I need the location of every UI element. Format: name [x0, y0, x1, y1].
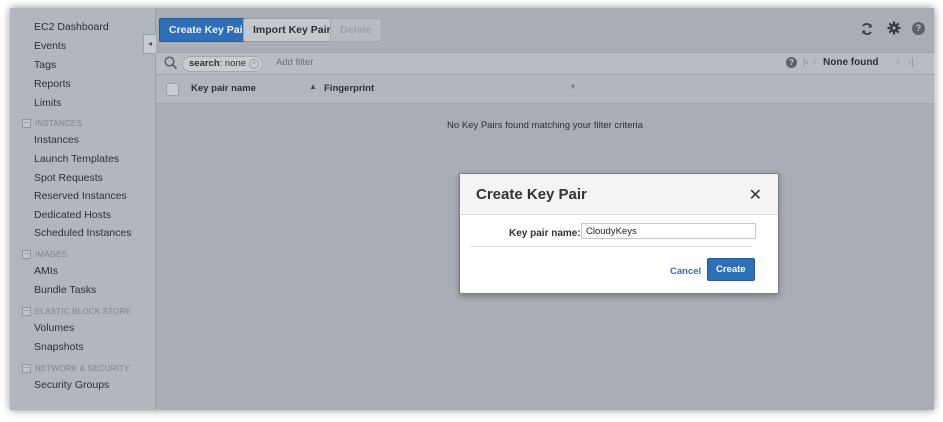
table-header: Key pair name ▲ Fingerprint ▾ [156, 75, 934, 104]
sidebar-item-dedicated-hosts[interactable]: Dedicated Hosts [34, 209, 111, 221]
column-fingerprint[interactable]: Fingerprint [324, 83, 374, 94]
sidebar: EC2 Dashboard Events Tags Reports Limits… [10, 8, 156, 410]
sidebar-item-volumes[interactable]: Volumes [34, 322, 74, 334]
collapse-icon: – [22, 119, 31, 128]
sidebar-section-instances[interactable]: – INSTANCES [22, 119, 82, 128]
chip-value: : none [219, 58, 247, 69]
first-page-icon[interactable]: |‹ [803, 57, 809, 68]
sidebar-item-limits[interactable]: Limits [34, 97, 61, 109]
sidebar-item-reports[interactable]: Reports [34, 78, 71, 90]
collapse-icon: – [22, 307, 31, 316]
sidebar-section-images[interactable]: – IMAGES [22, 250, 67, 259]
dialog-header: Create Key Pair ✕ [460, 174, 778, 215]
create-key-pair-button[interactable]: Create Key Pair [159, 18, 257, 42]
sort-icon[interactable]: ▾ [571, 82, 575, 91]
close-icon[interactable]: ✕ [749, 185, 762, 205]
key-pair-name-input[interactable] [581, 223, 756, 239]
section-label: INSTANCES [35, 119, 82, 128]
section-label: NETWORK & SECURITY [35, 364, 130, 373]
refresh-icon[interactable] [860, 22, 874, 36]
remove-filter-icon[interactable]: × [249, 59, 260, 69]
sidebar-item-spot-requests[interactable]: Spot Requests [34, 172, 103, 184]
collapse-icon: – [22, 250, 31, 259]
cancel-button[interactable]: Cancel [670, 266, 701, 277]
sidebar-item-bundle-tasks[interactable]: Bundle Tasks [34, 284, 96, 296]
collapse-icon: – [22, 364, 31, 373]
sidebar-item-instances[interactable]: Instances [34, 134, 79, 146]
chip-key: search [189, 58, 220, 69]
next-page-icon[interactable]: › [896, 57, 899, 68]
search-icon [164, 56, 178, 70]
sidebar-item-events[interactable]: Events [34, 40, 66, 52]
dialog-divider [470, 246, 752, 247]
sidebar-item-amis[interactable]: AMIs [34, 265, 58, 277]
sidebar-item-security-groups[interactable]: Security Groups [34, 379, 109, 391]
help-icon[interactable]: ? [912, 22, 925, 35]
sidebar-item-ec2-dashboard[interactable]: EC2 Dashboard [34, 21, 109, 33]
section-label: ELASTIC BLOCK STORE [35, 307, 132, 316]
sidebar-item-tags[interactable]: Tags [34, 59, 56, 71]
sidebar-item-scheduled-instances[interactable]: Scheduled Instances [34, 227, 131, 239]
dialog-title: Create Key Pair [476, 186, 587, 203]
main-content: Create Key Pair Import Key Pair Delete ? [156, 8, 934, 410]
delete-button[interactable]: Delete [330, 18, 382, 42]
sidebar-collapse-toggle[interactable]: ◂ [143, 34, 156, 54]
ec2-console-window: EC2 Dashboard Events Tags Reports Limits… [10, 8, 934, 410]
create-key-pair-dialog: Create Key Pair ✕ Key pair name: Cancel … [459, 173, 779, 294]
sidebar-item-launch-templates[interactable]: Launch Templates [34, 153, 119, 165]
add-filter-input[interactable]: Add filter [276, 57, 314, 68]
sidebar-item-reserved-instances[interactable]: Reserved Instances [34, 190, 127, 202]
sort-asc-icon[interactable]: ▲ [309, 82, 317, 91]
column-key-pair-name[interactable]: Key pair name [191, 83, 256, 94]
section-label: IMAGES [35, 250, 68, 259]
gear-icon[interactable] [887, 21, 901, 35]
pager-status: None found [823, 57, 879, 68]
sidebar-item-snapshots[interactable]: Snapshots [34, 341, 84, 353]
last-page-icon[interactable]: ›| [908, 57, 914, 68]
search-filter-chip[interactable]: search: none × [182, 56, 264, 72]
filter-help-icon[interactable]: ? [786, 57, 797, 68]
select-all-checkbox[interactable] [166, 83, 179, 96]
empty-table-message: No Key Pairs found matching your filter … [447, 120, 643, 131]
sidebar-section-network-security[interactable]: – NETWORK & SECURITY [22, 364, 130, 373]
filter-bar: search: none × Add filter ? |‹ ‹ None fo… [156, 52, 934, 75]
import-key-pair-button[interactable]: Import Key Pair [243, 18, 341, 42]
sidebar-section-ebs[interactable]: – ELASTIC BLOCK STORE [22, 307, 131, 316]
key-pair-name-label: Key pair name: [509, 228, 581, 239]
create-button[interactable]: Create [707, 258, 755, 281]
prev-page-icon[interactable]: ‹ [813, 57, 816, 68]
